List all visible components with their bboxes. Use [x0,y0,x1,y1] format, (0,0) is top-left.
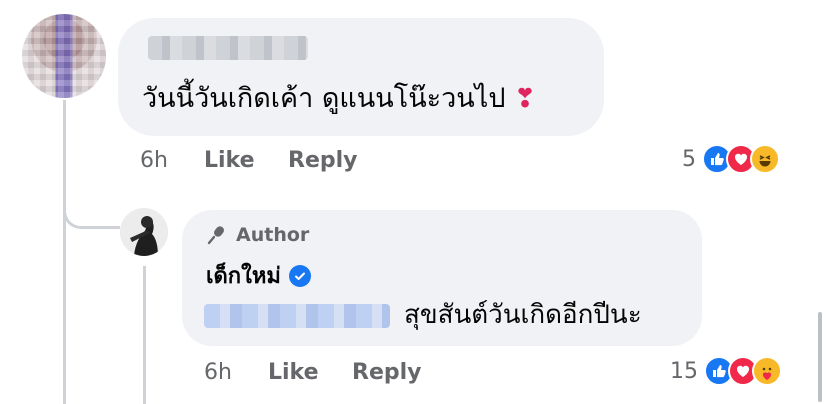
verified-badge-icon [288,264,311,287]
reply-bubble: Author เด็กใหม่ สุขสันต์วันเกิดอีกปีนะ [182,210,702,346]
care-reaction-icon [752,356,782,386]
blurred-mention-tag[interactable] [204,304,390,328]
heart-exclamation-icon: ❣ [514,84,536,114]
blurred-commenter-name[interactable] [148,36,308,60]
comment-text: วันนี้วันเกิดเค้า ดูแนนโน๊ะวนไป ❣ [142,83,536,114]
reply-like-button[interactable]: Like [268,360,319,385]
haha-reaction-icon [750,144,780,174]
author-badge: Author [206,224,309,246]
reply-text: สุขสันต์วันเกิดอีกปีนะ [404,300,642,330]
reply-reaction-summary[interactable]: 15 [670,356,782,386]
commenter-avatar[interactable] [22,14,106,98]
author-name-text[interactable]: เด็กใหม่ [206,258,281,293]
reply-time[interactable]: 6h [204,360,232,385]
author-label: Author [236,224,310,246]
reply-button[interactable]: Reply [288,148,358,173]
author-avatar[interactable] [120,208,168,256]
reply-reply-button[interactable]: Reply [352,360,422,385]
comment-bubble: วันนี้วันเกิดเค้า ดูแนนโน๊ะวนไป ❣ [118,18,604,136]
microphone-icon [206,224,228,246]
reply-reaction-count: 15 [670,358,698,384]
comment-time[interactable]: 6h [140,148,168,173]
reaction-summary[interactable]: 5 [682,144,780,174]
reply-author-name[interactable]: เด็กใหม่ [206,258,311,293]
like-button[interactable]: Like [204,148,255,173]
scrollbar[interactable] [818,312,822,402]
reaction-count: 5 [682,146,696,172]
thread-connector [63,180,120,229]
reply-thread-line [143,266,146,404]
thread-line [63,100,66,404]
